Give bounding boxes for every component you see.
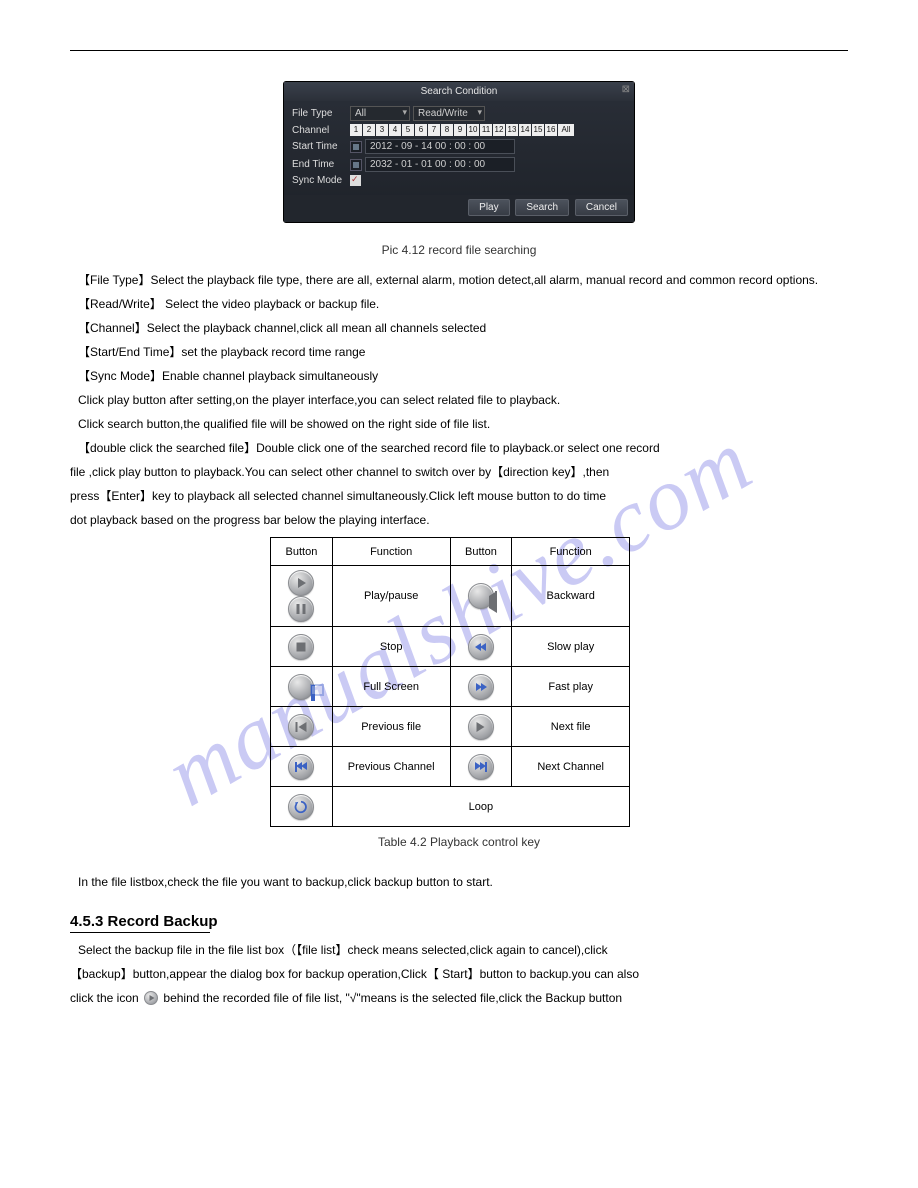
cell-loop: Loop bbox=[332, 787, 629, 827]
table-row: Loop bbox=[271, 787, 630, 827]
search-button[interactable]: Search bbox=[515, 199, 569, 216]
channel-box[interactable]: 9 bbox=[454, 124, 466, 136]
page-content: Search Condition ⊠ File Type All Read/Wr… bbox=[0, 0, 918, 1063]
para-search: Click search button,the qualified file w… bbox=[78, 415, 848, 433]
cell-prevfile: Previous file bbox=[332, 707, 450, 747]
next-file-icon[interactable] bbox=[468, 714, 494, 740]
para-channel: 【Channel】Select the playback channel,cli… bbox=[78, 319, 848, 337]
start-time-input[interactable]: 2012 - 09 - 14 00 : 00 : 00 bbox=[365, 139, 515, 154]
dialog-buttons: Play Search Cancel bbox=[284, 195, 634, 222]
prev-file-icon[interactable] bbox=[288, 714, 314, 740]
channel-box[interactable]: 6 bbox=[415, 124, 427, 136]
channel-box[interactable]: 8 bbox=[441, 124, 453, 136]
channel-box[interactable]: 4 bbox=[389, 124, 401, 136]
heading-underline bbox=[70, 932, 210, 933]
para-backup3-a: click the icon bbox=[70, 991, 139, 1005]
next-channel-icon[interactable] bbox=[468, 754, 494, 780]
stop-icon[interactable] bbox=[288, 634, 314, 660]
backward-icon[interactable] bbox=[468, 583, 494, 609]
th-button: Button bbox=[271, 538, 333, 566]
table-caption: Table 4.2 Playback control key bbox=[70, 835, 848, 849]
dialog-body: File Type All Read/Write Channel 1 2 3 4… bbox=[284, 101, 634, 195]
para-backup3-b: behind the recorded file of file list, "… bbox=[163, 991, 622, 1005]
channel-box[interactable]: 7 bbox=[428, 124, 440, 136]
channel-label: Channel bbox=[292, 125, 350, 136]
channel-box[interactable]: 14 bbox=[519, 124, 531, 136]
para-file-type: 【File Type】Select the playback file type… bbox=[78, 271, 848, 289]
play-button[interactable]: Play bbox=[468, 199, 509, 216]
para-dbl3: press【Enter】key to playback all selected… bbox=[70, 487, 848, 505]
channel-box[interactable]: 12 bbox=[493, 124, 505, 136]
para-dbl1: 【double click the searched file】Double c… bbox=[78, 439, 848, 457]
pause-icon[interactable] bbox=[288, 596, 314, 622]
close-icon[interactable]: ⊠ bbox=[622, 84, 630, 95]
para-dbl2: file ,click play button to playback.You … bbox=[70, 463, 848, 481]
channel-box-all[interactable]: All bbox=[558, 124, 574, 136]
channel-box[interactable]: 11 bbox=[480, 124, 492, 136]
cell-nextch: Next Channel bbox=[512, 747, 630, 787]
para-dbl4: dot playback based on the progress bar b… bbox=[70, 511, 848, 529]
cancel-button[interactable]: Cancel bbox=[575, 199, 628, 216]
table-row: Previous file Next file bbox=[271, 707, 630, 747]
channel-box[interactable]: 13 bbox=[506, 124, 518, 136]
table-row: Previous Channel Next Channel bbox=[271, 747, 630, 787]
para-backup2: 【backup】button,appear the dialog box for… bbox=[70, 965, 848, 983]
loop-icon[interactable] bbox=[288, 794, 314, 820]
fast-play-icon[interactable] bbox=[468, 674, 494, 700]
cell-nextfile: Next file bbox=[512, 707, 630, 747]
channel-box[interactable]: 1 bbox=[350, 124, 362, 136]
cell-full: Full Screen bbox=[332, 667, 450, 707]
start-time-label: Start Time bbox=[292, 141, 350, 152]
channel-box[interactable]: 3 bbox=[376, 124, 388, 136]
end-time-input[interactable]: 2032 - 01 - 01 00 : 00 : 00 bbox=[365, 157, 515, 172]
th-function2: Function bbox=[512, 538, 630, 566]
para-backup1: Select the backup file in the file list … bbox=[78, 941, 848, 959]
play-icon[interactable] bbox=[144, 991, 158, 1005]
table-row: Stop Slow play bbox=[271, 627, 630, 667]
figure-caption: Pic 4.12 record file searching bbox=[70, 243, 848, 257]
channel-box[interactable]: 15 bbox=[532, 124, 544, 136]
prev-channel-icon[interactable] bbox=[288, 754, 314, 780]
readwrite-select[interactable]: Read/Write bbox=[413, 106, 485, 121]
slow-play-icon[interactable] bbox=[468, 634, 494, 660]
para-backup3: click the icon behind the recorded file … bbox=[70, 989, 848, 1007]
channel-box[interactable]: 10 bbox=[467, 124, 479, 136]
end-time-label: End Time bbox=[292, 159, 350, 170]
dialog-figure: Search Condition ⊠ File Type All Read/Wr… bbox=[70, 81, 848, 223]
cell-prevch: Previous Channel bbox=[332, 747, 450, 787]
cell-play-pause: Play/pause bbox=[332, 566, 450, 627]
cell-slow: Slow play bbox=[512, 627, 630, 667]
dialog-title-text: Search Condition bbox=[421, 86, 498, 97]
search-condition-dialog: Search Condition ⊠ File Type All Read/Wr… bbox=[283, 81, 635, 223]
channel-box[interactable]: 16 bbox=[545, 124, 557, 136]
para-play: Click play button after setting,on the p… bbox=[78, 391, 848, 409]
sync-mode-label: Sync Mode bbox=[292, 175, 350, 186]
calendar-icon[interactable] bbox=[350, 141, 362, 153]
cell-stop: Stop bbox=[332, 627, 450, 667]
section-heading: 4.5.3 Record Backup bbox=[70, 913, 848, 930]
cell-backward: Backward bbox=[512, 566, 630, 627]
top-rule bbox=[70, 50, 848, 51]
table-row: Full Screen Fast play bbox=[271, 667, 630, 707]
channel-boxes: 1 2 3 4 5 6 7 8 9 10 11 12 13 14 bbox=[350, 124, 574, 136]
calendar-icon[interactable] bbox=[350, 159, 362, 171]
cell-fast: Fast play bbox=[512, 667, 630, 707]
dialog-titlebar: Search Condition ⊠ bbox=[284, 82, 634, 101]
file-type-select[interactable]: All bbox=[350, 106, 410, 121]
table-row: Play/pause Backward bbox=[271, 566, 630, 627]
th-function: Function bbox=[332, 538, 450, 566]
fullscreen-icon[interactable] bbox=[288, 674, 314, 700]
para-rw: 【Read/Write】 Select the video playback o… bbox=[78, 295, 848, 313]
th-button2: Button bbox=[450, 538, 512, 566]
file-type-label: File Type bbox=[292, 108, 350, 119]
sync-mode-checkbox[interactable] bbox=[350, 175, 361, 186]
para-sync: 【Sync Mode】Enable channel playback simul… bbox=[78, 367, 848, 385]
para-backup-hint: In the file listbox,check the file you w… bbox=[78, 873, 848, 891]
playback-control-table: Button Function Button Function Play/pau… bbox=[270, 537, 630, 827]
play-icon[interactable] bbox=[288, 570, 314, 596]
para-time: 【Start/End Time】set the playback record … bbox=[78, 343, 848, 361]
channel-box[interactable]: 2 bbox=[363, 124, 375, 136]
channel-box[interactable]: 5 bbox=[402, 124, 414, 136]
